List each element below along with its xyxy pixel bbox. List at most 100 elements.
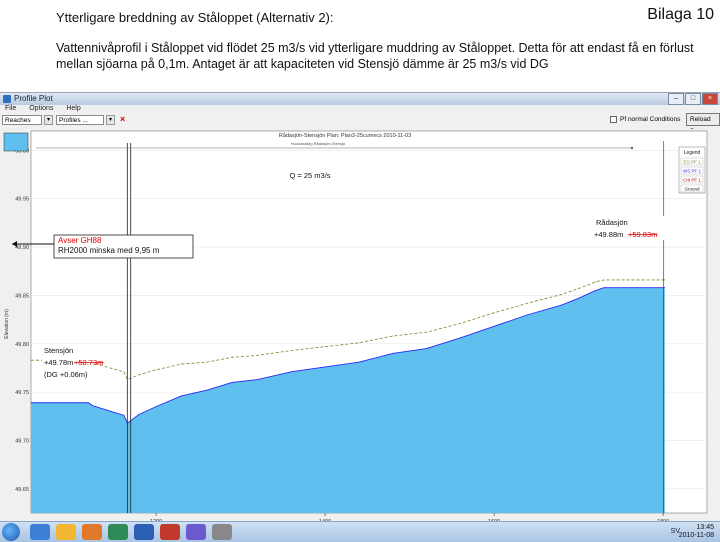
y-tick-label: 49.85 — [15, 293, 29, 299]
explorer-taskbar-icon[interactable] — [30, 524, 50, 540]
y-tick-label: 49.65 — [15, 487, 29, 493]
flow-label: Q = 25 m3/s — [289, 171, 330, 180]
close-red-icon[interactable]: × — [120, 115, 128, 124]
maximize-button[interactable]: □ — [685, 93, 701, 105]
series-point — [561, 305, 562, 306]
app-taskbar-icon[interactable] — [212, 524, 232, 540]
document-description: Vattennivåprofil i Ståloppet vid flödet … — [56, 40, 696, 72]
gh88-note-line1: Avser GH88 — [58, 236, 102, 245]
plot-subtitle: Huvudsaklig Rådasjön-Stensjö — [291, 141, 346, 146]
plot-area: 50.0049.9549.9049.8549.8049.7549.7049.65… — [0, 129, 720, 521]
stensjon-note-line: (DG +0.06m) — [44, 370, 88, 379]
series-point — [31, 360, 32, 361]
series-point — [358, 362, 359, 363]
series-point — [92, 363, 93, 364]
series-point — [637, 280, 638, 281]
title-bar: Profile Plot – □ × — [0, 93, 720, 105]
profiles-button[interactable]: Profiles ... — [56, 115, 104, 125]
taskbar: SV 13:45 2010-11-08 — [0, 521, 720, 542]
toolbar: Reaches ▾ Profiles ... ▾ × Pf normal Con… — [0, 115, 720, 129]
y-tick-label: 49.75 — [15, 390, 29, 396]
series-point — [527, 314, 528, 315]
reaches-dropdown-arrow[interactable]: ▾ — [44, 115, 53, 125]
hecras-taskbar-icon[interactable] — [186, 524, 206, 540]
radasjon-note-line: +49.88m — [594, 230, 623, 239]
clock-time: 13:45 — [679, 524, 714, 532]
plot-title: Rådasjön-Stensjön Plan: Plan3-25cumecs 2… — [279, 132, 411, 139]
legend-item: EG PF 1 — [683, 160, 701, 165]
series-point — [127, 423, 128, 424]
radasjon-note-line: Rådasjön — [596, 218, 628, 227]
excel-taskbar-icon[interactable] — [108, 524, 128, 540]
stensjon-note-line: +49.78m — [44, 358, 73, 367]
clock-date: 2010-11-08 — [679, 532, 714, 540]
close-window-button[interactable]: × — [702, 93, 718, 105]
stensjon-note-line: Stensjön — [44, 346, 73, 355]
series-point — [426, 348, 427, 349]
start-button[interactable] — [2, 523, 20, 541]
series-point — [181, 364, 182, 365]
normal-conditions-label: Pf normal Conditions — [620, 115, 680, 125]
series-point — [206, 390, 207, 391]
profiles-dropdown-arrow[interactable]: ▾ — [106, 115, 115, 125]
series-point — [604, 287, 605, 288]
reach-end-dot — [631, 147, 633, 149]
profile-chart: 50.0049.9549.9049.8549.8049.7549.7049.65… — [0, 129, 720, 521]
series-point — [578, 288, 579, 289]
app-icon — [3, 95, 11, 103]
series-point — [257, 355, 258, 356]
series-point — [127, 379, 128, 380]
series-point — [358, 342, 359, 343]
reload-data-button[interactable]: Reload Data — [686, 113, 720, 126]
system-clock[interactable]: 13:45 2010-11-08 — [679, 524, 714, 540]
series-point — [156, 369, 157, 370]
series-point — [325, 367, 326, 368]
y-axis-label: Elevation (m) — [4, 309, 10, 339]
series-point — [206, 362, 207, 363]
series-point — [604, 280, 605, 281]
series-point — [578, 298, 579, 299]
series-point — [156, 406, 157, 407]
series-point — [124, 371, 125, 372]
menu-file[interactable]: File — [5, 105, 16, 112]
series-point — [257, 379, 258, 380]
series-point — [139, 414, 140, 415]
reaches-button[interactable]: Reaches — [2, 115, 42, 125]
series-point — [494, 326, 495, 327]
series-point — [232, 357, 233, 358]
profile-plot-window: Profile Plot – □ × File Options Help Rea… — [0, 92, 720, 541]
attachment-label: Bilaga 10 — [647, 6, 714, 24]
y-tick-label: 49.95 — [15, 197, 29, 203]
series-point — [527, 303, 528, 304]
minimize-button[interactable]: – — [668, 93, 684, 105]
document-header: Ytterligare breddning av Ståloppet (Alte… — [56, 10, 334, 25]
series-point — [392, 353, 393, 354]
legend-title: Legend — [684, 150, 701, 156]
word-taskbar-icon[interactable] — [134, 524, 154, 540]
series-point — [392, 336, 393, 337]
series-point — [664, 287, 665, 288]
menu-bar: File Options Help — [0, 105, 720, 115]
series-point — [88, 402, 89, 403]
media-taskbar-icon[interactable] — [82, 524, 102, 540]
series-point — [426, 332, 427, 333]
series-point — [637, 287, 638, 288]
reach-schematic-icon — [4, 133, 28, 151]
series-point — [494, 312, 495, 313]
series-point — [88, 360, 89, 361]
series-point — [181, 396, 182, 397]
series-point — [291, 350, 292, 351]
menu-help[interactable]: Help — [66, 105, 80, 112]
series-point — [460, 338, 461, 339]
powerpoint-taskbar-icon[interactable] — [160, 524, 180, 540]
normal-conditions-checkbox[interactable] — [610, 116, 617, 123]
series-point — [595, 281, 596, 282]
series-point — [664, 280, 665, 281]
folder-taskbar-icon[interactable] — [56, 524, 76, 540]
gh88-note-line2: RH2000 minska med 9,95 m — [58, 246, 160, 255]
legend-item: Crit PF 1 — [683, 178, 701, 183]
menu-options[interactable]: Options — [29, 105, 53, 112]
y-tick-label: 49.90 — [15, 245, 29, 251]
series-point — [325, 346, 326, 347]
series-point — [124, 415, 125, 416]
